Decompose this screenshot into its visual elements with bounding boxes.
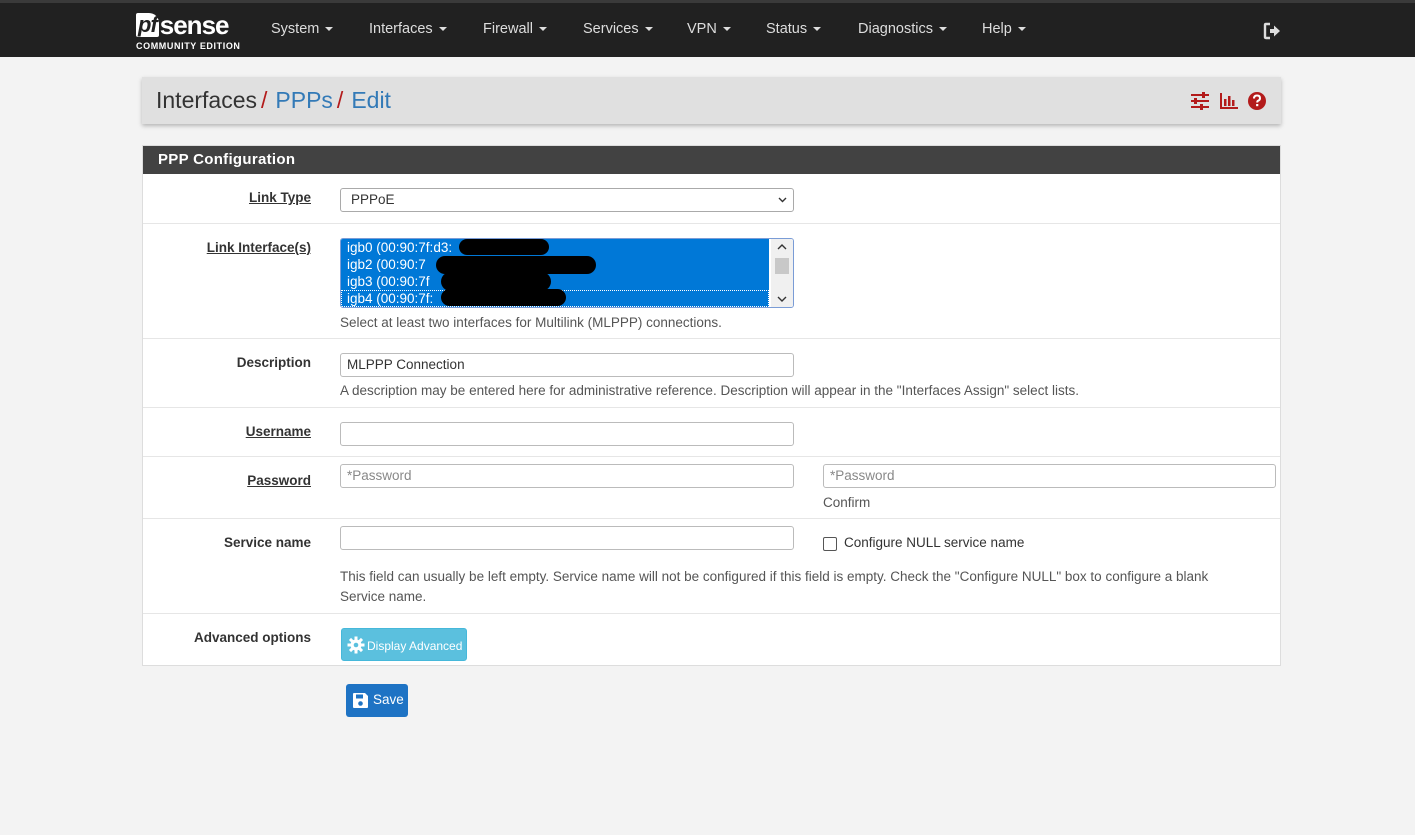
username-label: Username: [245, 424, 311, 439]
caret-down-icon: [438, 27, 447, 32]
password-input[interactable]: *Password: [340, 464, 794, 488]
display-advanced-button[interactable]: Display Advanced: [341, 628, 467, 661]
link-interfaces-label: Link Interface(s): [206, 240, 311, 255]
service-name-input[interactable]: [340, 526, 794, 550]
breadcrumb-separator: /: [336, 87, 344, 113]
description-label: Description: [236, 355, 311, 370]
scroll-up-icon[interactable]: [776, 242, 788, 252]
caret-down-icon: [538, 27, 547, 32]
description-input[interactable]: MLPPP Connection: [340, 353, 794, 377]
nav-menu-label: Services: [583, 21, 639, 37]
caret-down-icon: [325, 27, 334, 32]
redaction-mark: [441, 289, 566, 306]
description-row: Description MLPPP Connection A descripti…: [143, 338, 1280, 407]
sliders-icon[interactable]: [1190, 91, 1210, 111]
help-circle-icon[interactable]: [1247, 91, 1267, 111]
panel-title: PPP Configuration: [143, 146, 1280, 174]
nav-menu-label: Status: [766, 21, 808, 37]
username-row: Username: [143, 407, 1280, 456]
nav-menu-label: VPN: [687, 21, 717, 37]
nav-menu-label: Interfaces: [369, 21, 433, 37]
nav-menu-label: System: [271, 21, 320, 37]
link-interfaces-listbox[interactable]: igb0 (00:90:7f:d3: igb2 (00:90:7 igb3 (0…: [340, 238, 794, 308]
link-type-row: Link Type PPPoE: [143, 174, 1280, 223]
nav-menu-interfaces[interactable]: Interfaces: [369, 21, 447, 37]
save-label: Save: [373, 692, 404, 707]
logo-sense: sense: [159, 10, 230, 40]
configure-null-checkbox[interactable]: [823, 537, 837, 551]
gear-icon: [347, 636, 365, 654]
breadcrumb-separator: /: [261, 87, 268, 113]
top-navbar: pf sense COMMUNITY EDITION System Interf…: [0, 0, 1415, 57]
service-name-help-line2: Service name.: [340, 589, 427, 604]
link-type-label: Link Type: [248, 190, 311, 205]
password-label: Password: [247, 473, 311, 488]
nav-menu-vpn[interactable]: VPN: [687, 21, 731, 37]
password-confirm-input[interactable]: *Password: [823, 464, 1276, 488]
pfsense-logo[interactable]: pf sense COMMUNITY EDITION: [136, 11, 246, 55]
logo-pf: pf: [136, 12, 159, 37]
service-name-label: Service name: [223, 535, 311, 550]
save-floppy-icon: [353, 693, 368, 708]
interface-option[interactable]: igb0 (00:90:7f:d3:: [341, 239, 769, 256]
description-value: MLPPP Connection: [347, 357, 465, 372]
nav-menu-status[interactable]: Status: [766, 21, 822, 37]
listbox-scrollbar[interactable]: [771, 239, 793, 307]
scrollbar-thumb[interactable]: [775, 258, 789, 274]
breadcrumb-bar: Interfaces / PPPs / Edit: [142, 77, 1281, 124]
breadcrumb-interfaces: Interfaces: [156, 87, 257, 113]
display-advanced-label: Display Advanced: [367, 639, 463, 653]
chevron-down-icon: [778, 197, 787, 203]
password-row: Password *Password *Password Confirm: [143, 456, 1280, 518]
nav-menu-system[interactable]: System: [271, 21, 334, 37]
advanced-options-label: Advanced options: [193, 630, 311, 645]
nav-menu-label: Help: [982, 21, 1012, 37]
configure-null-label[interactable]: Configure NULL service name: [844, 535, 1024, 550]
breadcrumb-ppps-link[interactable]: PPPs: [275, 87, 333, 113]
advanced-options-row: Advanced options Display Advanced: [143, 613, 1280, 665]
link-type-value: PPPoE: [351, 192, 395, 207]
service-name-row: Service name Configure NULL service name…: [143, 518, 1280, 613]
password-confirm-label: Confirm: [823, 495, 871, 510]
link-interfaces-help: Select at least two interfaces for Multi…: [340, 315, 722, 330]
scroll-down-icon[interactable]: [776, 294, 788, 304]
caret-down-icon: [644, 27, 653, 32]
interface-option[interactable]: igb3 (00:90:7f: [341, 273, 769, 290]
caret-down-icon: [938, 27, 947, 32]
nav-menu-help[interactable]: Help: [982, 21, 1026, 37]
nav-menu-services[interactable]: Services: [583, 21, 653, 37]
nav-menu-label: Firewall: [483, 21, 533, 37]
breadcrumb-edit-link[interactable]: Edit: [351, 87, 391, 113]
service-name-help-line1: This field can usually be left empty. Se…: [340, 569, 1209, 584]
logo-edition: COMMUNITY EDITION: [136, 41, 241, 51]
link-interfaces-row: Link Interface(s) igb0 (00:90:7f:d3: igb…: [143, 223, 1280, 338]
password-placeholder: *Password: [347, 468, 412, 483]
caret-down-icon: [1017, 27, 1026, 32]
logout-icon[interactable]: [1262, 21, 1282, 41]
description-help: A description may be entered here for ad…: [340, 383, 1079, 398]
nav-menu-diagnostics[interactable]: Diagnostics: [858, 21, 947, 37]
link-type-select[interactable]: PPPoE: [340, 188, 794, 212]
ppp-configuration-panel: PPP Configuration Link Type PPPoE Link I…: [142, 145, 1281, 666]
caret-down-icon: [813, 27, 822, 32]
nav-menu-firewall[interactable]: Firewall: [483, 21, 547, 37]
breadcrumb: Interfaces / PPPs / Edit: [156, 87, 391, 114]
bar-chart-icon[interactable]: [1219, 91, 1239, 111]
caret-down-icon: [722, 27, 731, 32]
username-input[interactable]: [340, 422, 794, 446]
save-button[interactable]: Save: [346, 684, 408, 717]
redaction-mark: [459, 239, 549, 255]
password-confirm-placeholder: *Password: [830, 468, 895, 483]
nav-menu-label: Diagnostics: [858, 21, 933, 37]
